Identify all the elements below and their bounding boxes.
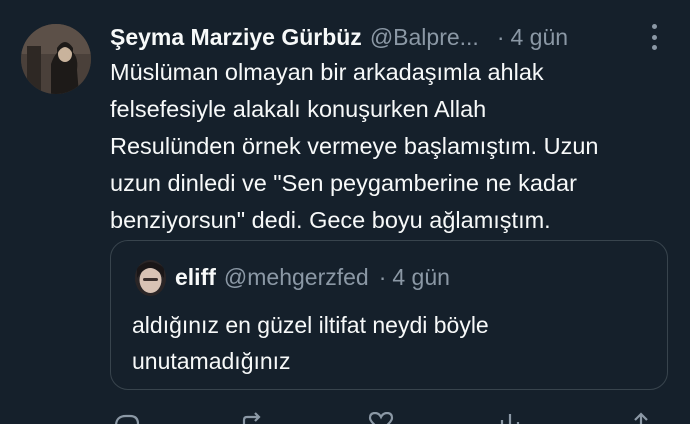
quoted-text-line: aldığınız en güzel iltifat neydi böyle [132, 312, 489, 338]
quoted-tweet-header: eliff @mehgerzfed · 4 gün [175, 261, 450, 293]
more-dot [651, 24, 657, 29]
more-dot [651, 45, 657, 50]
reply-icon[interactable] [112, 412, 142, 424]
share-icon[interactable] [626, 412, 656, 424]
action-bar [110, 404, 670, 424]
author-name[interactable]: Şeyma Marziye Gürbüz [110, 24, 362, 51]
separator-dot: · [496, 23, 505, 50]
tweet-header: Şeyma Marziye Gürbüz @Balpre... · 4 gün [110, 20, 568, 54]
quoted-author-avatar [135, 260, 166, 296]
tweet-text-line: Müslüman olmayan bir arkadaşımla ahlak [110, 59, 544, 85]
tweet-text: Müslüman olmayan bir arkadaşımla ahlak f… [110, 54, 680, 239]
like-icon[interactable] [366, 412, 396, 424]
more-options-icon[interactable] [646, 24, 662, 50]
tweet-text-line: benziyorsun" dedi. Gece boyu ağlamıştım. [110, 207, 551, 233]
author-avatar[interactable] [21, 24, 91, 94]
views-icon[interactable] [496, 412, 526, 424]
tweet-timestamp[interactable]: 4 gün [511, 24, 569, 51]
tweet-text-line: uzun dinledi ve "Sen peygamberine ne kad… [110, 170, 577, 196]
retweet-icon[interactable] [238, 412, 268, 424]
separator-dot: · [378, 263, 387, 290]
author-handle[interactable]: @Balpre... [370, 24, 479, 51]
quoted-tweet-timestamp: 4 gün [392, 263, 450, 290]
tweet-text-line: felsefesiyle alakalı konuşurken Allah [110, 96, 487, 122]
more-dot [651, 34, 657, 40]
quoted-author-handle: @mehgerzfed [223, 263, 369, 290]
tweet-text-line: Resulünden örnek vermeye başlamıştım. Uz… [110, 133, 599, 159]
quoted-author-name: eliff [175, 263, 216, 290]
quoted-tweet[interactable]: eliff @mehgerzfed · 4 gün aldığınız en g… [110, 240, 668, 390]
quoted-tweet-text: aldığınız en güzel iltifat neydi böyle u… [132, 307, 652, 379]
tweet-card[interactable]: Şeyma Marziye Gürbüz @Balpre... · 4 gün … [0, 0, 690, 424]
quoted-text-line: unutamadığınız [132, 348, 291, 374]
